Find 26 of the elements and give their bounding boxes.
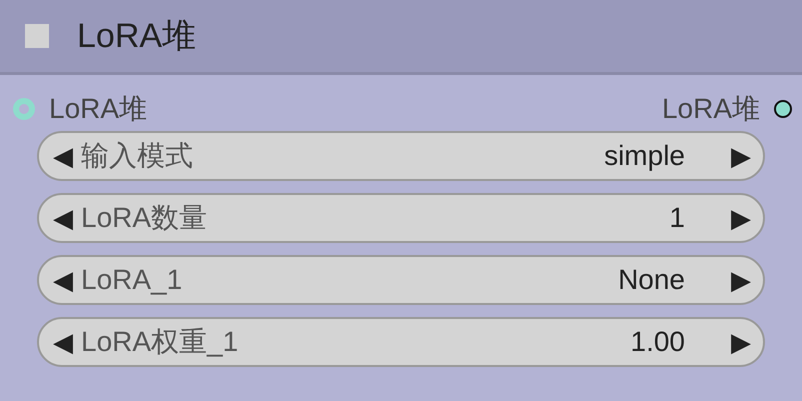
combo-widget[interactable]: ◀ LoRA数量 1 ▶ [37, 193, 765, 243]
widget-value: simple [604, 140, 685, 172]
output-slot-icon[interactable] [774, 100, 792, 118]
widget-label: LoRA数量 [81, 201, 208, 235]
widget-label: LoRA权重_1 [81, 325, 240, 359]
combo-widget[interactable]: ◀ 输入模式 simple ▶ [37, 131, 765, 181]
node-title: LoRA堆 [77, 16, 196, 57]
widget-value: None [618, 264, 685, 296]
widget-label: 输入模式 [81, 139, 194, 173]
increment-arrow[interactable]: ▶ [731, 326, 751, 358]
decrement-arrow[interactable]: ◀ [53, 264, 73, 296]
collapse-toggle[interactable] [25, 24, 49, 48]
widget-value: 1 [669, 202, 685, 234]
increment-arrow[interactable]: ▶ [731, 202, 751, 234]
input-label: LoRA堆 [49, 92, 148, 126]
combo-widget[interactable]: ◀ LoRA权重_1 1.00 ▶ [37, 317, 765, 367]
input-slot-icon[interactable] [13, 98, 35, 120]
output-label: LoRA堆 [662, 92, 760, 126]
widget-label: LoRA_1 [81, 264, 184, 296]
increment-arrow[interactable]: ▶ [731, 264, 751, 296]
increment-arrow[interactable]: ▶ [731, 140, 751, 172]
decrement-arrow[interactable]: ◀ [53, 202, 73, 234]
widget-value: 1.00 [630, 326, 685, 358]
decrement-arrow[interactable]: ◀ [53, 326, 73, 358]
combo-widget[interactable]: ◀ LoRA_1 None ▶ [37, 255, 765, 305]
decrement-arrow[interactable]: ◀ [53, 140, 73, 172]
